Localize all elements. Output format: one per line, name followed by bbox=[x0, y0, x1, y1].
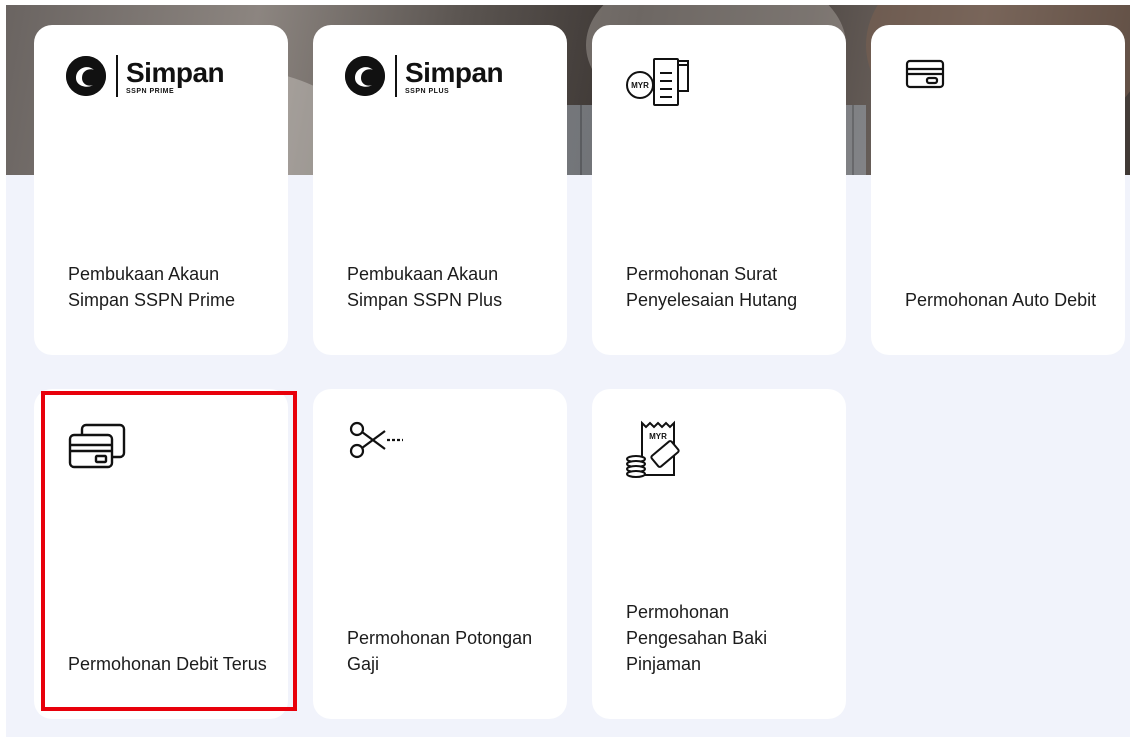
card-auto-debit[interactable]: Permohonan Auto Debit bbox=[871, 25, 1125, 355]
scissors-icon bbox=[345, 419, 405, 468]
simpan-sspn-plus-logo: Simpan SSPN PLUS bbox=[345, 55, 504, 97]
logo-brand-text: Simpan bbox=[126, 56, 225, 88]
simpan-sspn-prime-logo: Simpan SSPN PRIME bbox=[66, 55, 225, 97]
card-label: Permohonan Auto Debit bbox=[905, 290, 1097, 310]
selection-highlight bbox=[41, 391, 297, 711]
card-label: Permohonan Surat Penyelesaian Hutang bbox=[626, 264, 798, 310]
logo-brand-text: Simpan bbox=[405, 56, 504, 88]
logo-sub-text: SSPN PRIME bbox=[126, 87, 175, 95]
card-label: Permohonan Potongan Gaji bbox=[347, 628, 533, 674]
card-sspn-prime[interactable]: Simpan SSPN PRIME Pembukaan Akaun Simpan… bbox=[34, 25, 288, 355]
myr-document-icon: MYR bbox=[624, 55, 694, 122]
svg-text:MYR: MYR bbox=[631, 81, 649, 90]
simpan-logo-icon bbox=[345, 56, 385, 96]
logo-sub-text: SSPN PLUS bbox=[405, 87, 450, 95]
card-icon bbox=[903, 55, 949, 100]
myr-receipt-coins-icon: MYR bbox=[624, 419, 684, 486]
svg-text:MYR: MYR bbox=[649, 432, 667, 441]
card-surat-penyelesaian-hutang[interactable]: MYR Permohonan Surat Penyelesaian Hutang bbox=[592, 25, 846, 355]
simpan-logo-icon bbox=[66, 56, 106, 96]
card-label: Pembukaan Akaun Simpan SSPN Plus bbox=[347, 264, 503, 310]
card-label: Permohonan Pengesahan Baki Pinjaman bbox=[626, 602, 768, 674]
card-pengesahan-baki-pinjaman[interactable]: MYR Permohonan Pengesahan Baki Pinjaman bbox=[592, 389, 846, 719]
card-sspn-plus[interactable]: Simpan SSPN PLUS Pembukaan Akaun Simpan … bbox=[313, 25, 567, 355]
card-potongan-gaji[interactable]: Permohonan Potongan Gaji bbox=[313, 389, 567, 719]
card-label: Pembukaan Akaun Simpan SSPN Prime bbox=[68, 264, 236, 310]
